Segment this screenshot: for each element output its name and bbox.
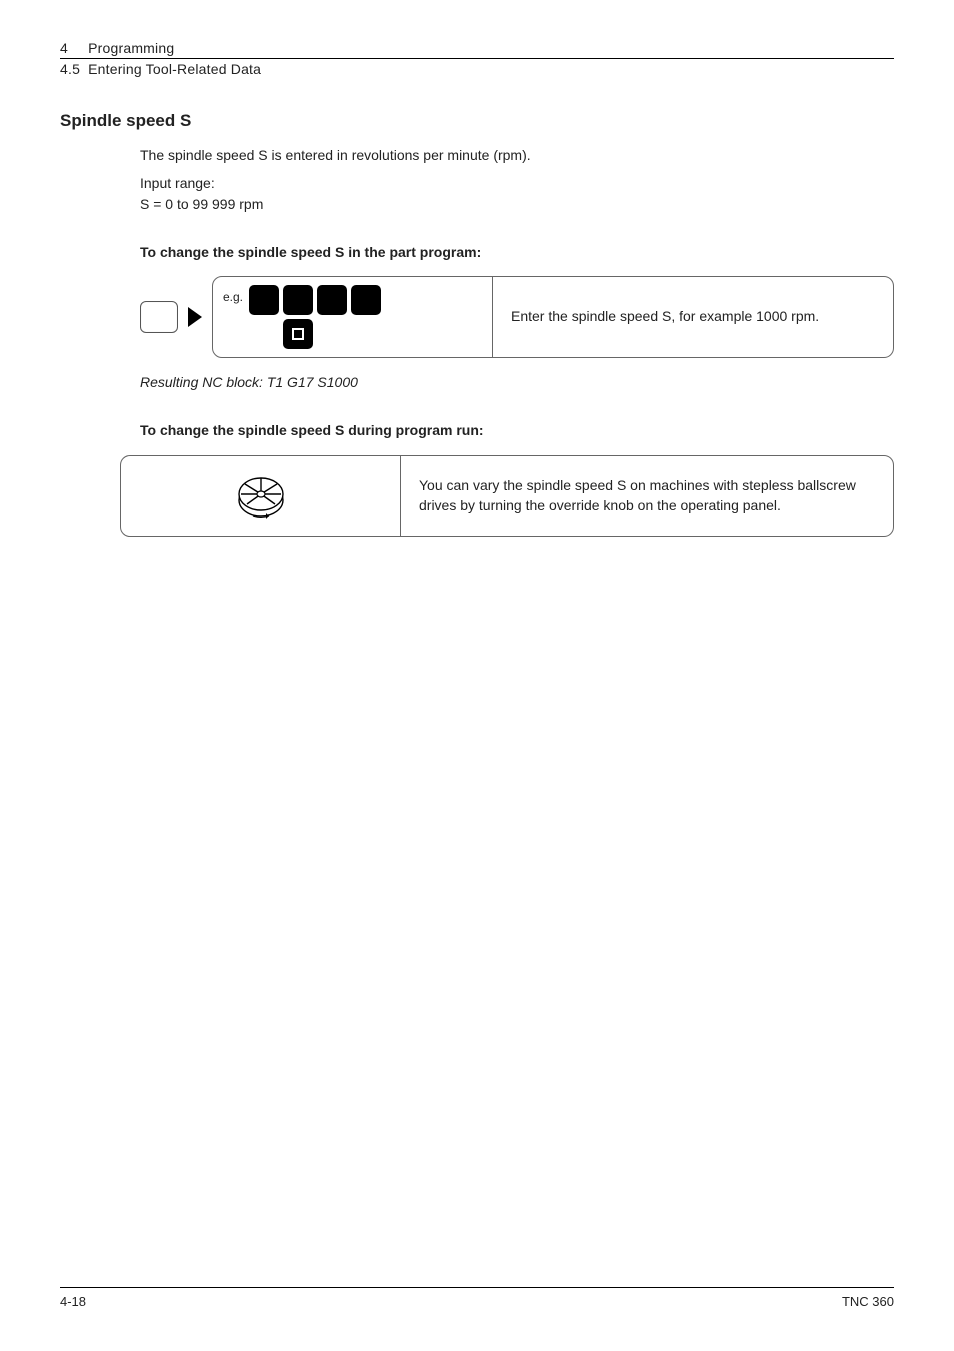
instruction-2-text: You can vary the spindle speed S on mach… <box>401 456 893 536</box>
chapter-title: Programming <box>88 40 174 56</box>
chapter-number: 4 <box>60 40 84 56</box>
key-0c-icon <box>351 285 381 315</box>
key-0a-icon <box>283 285 313 315</box>
input-range-label: Input range: <box>140 175 215 191</box>
intro-text: The spindle speed S is entered in revolu… <box>140 145 894 165</box>
instruction-1-text: Enter the spindle speed S, for example 1… <box>493 277 893 357</box>
instruction-row-1: e.g. Enter the spindle speed S, for exam… <box>140 276 894 358</box>
subheading-1: To change the spindle speed S in the par… <box>140 242 894 262</box>
result-nc-block: Resulting NC block: T1 G17 S1000 <box>140 372 894 392</box>
section-heading: Spindle speed S <box>60 111 894 131</box>
page-footer: 4-18 TNC 360 <box>60 1287 894 1309</box>
section-title-header: Entering Tool-Related Data <box>88 61 261 77</box>
key-0b-icon <box>317 285 347 315</box>
footer-product: TNC 360 <box>842 1294 894 1309</box>
eg-label: e.g. <box>223 289 243 306</box>
instruction-row-2: You can vary the spindle speed S on mach… <box>120 455 894 537</box>
ent-key-icon <box>283 319 313 349</box>
header-rule <box>60 58 894 59</box>
blank-softkey-icon <box>140 301 178 333</box>
input-range-value: S = 0 to 99 999 rpm <box>140 196 263 212</box>
section-number: 4.5 <box>60 61 84 77</box>
footer-page-number: 4-18 <box>60 1294 86 1309</box>
subheading-2: To change the spindle speed S during pro… <box>140 420 894 440</box>
key-1-icon <box>249 285 279 315</box>
arrow-right-icon <box>188 307 202 327</box>
numeric-keys-icon <box>249 285 381 349</box>
override-knob-icon <box>233 470 289 522</box>
